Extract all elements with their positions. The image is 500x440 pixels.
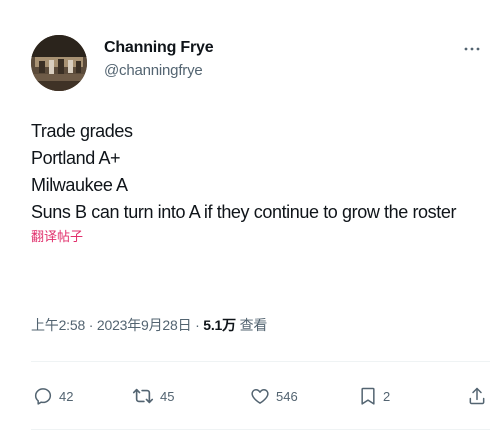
bookmark-count: 2 (383, 388, 391, 404)
tweet-text-line: Portland A+ (31, 148, 121, 168)
avatar-image (31, 35, 87, 91)
more-horizontal-icon (464, 47, 480, 51)
tweet-meta: 上午2:58 · 2023年9月28日 · 5.1万 查看 (31, 315, 267, 335)
tweet-card: Channing Frye @channingfrye Trade grades… (0, 0, 500, 440)
meta-separator: · (191, 317, 204, 333)
like-button[interactable]: 546 (250, 381, 298, 411)
tweet-time[interactable]: 上午2:58 (31, 317, 85, 333)
author-handle[interactable]: @channingfrye (104, 61, 213, 81)
retweet-count: 45 (160, 388, 175, 404)
tweet-text-line: Trade grades (31, 121, 133, 141)
meta-separator: · (85, 317, 97, 333)
more-button[interactable] (461, 39, 483, 59)
views-count[interactable]: 5.1万 (203, 317, 236, 333)
retweet-icon (132, 388, 154, 404)
share-icon (469, 387, 485, 405)
bookmark-button[interactable]: 2 (359, 381, 390, 411)
translate-post-link[interactable]: 翻译帖子 (31, 228, 471, 246)
share-button[interactable] (467, 381, 487, 411)
author-display-name[interactable]: Channing Frye (104, 38, 214, 58)
avatar[interactable] (31, 35, 87, 91)
views-label: 查看 (235, 317, 268, 333)
like-count: 546 (276, 388, 298, 404)
action-bar: 42 45 546 2 (31, 381, 491, 411)
author-names: Channing Frye @channingfrye (104, 38, 214, 81)
divider (31, 429, 490, 430)
divider (31, 361, 490, 362)
reply-icon (34, 388, 52, 405)
heart-icon (251, 389, 269, 404)
bookmark-icon (361, 387, 375, 405)
tweet-text-line: Milwaukee A (31, 175, 128, 195)
retweet-button[interactable]: 45 (132, 381, 174, 411)
reply-count: 42 (59, 388, 74, 404)
tweet-body: Trade grades Portland A+ Milwaukee A Sun… (31, 118, 471, 246)
tweet-text-line: Suns B can turn into A if they continue … (31, 202, 457, 222)
tweet-date[interactable]: 2023年9月28日 (97, 317, 192, 333)
tweet-header: Channing Frye @channingfrye (31, 35, 491, 95)
reply-button[interactable]: 42 (33, 381, 73, 411)
